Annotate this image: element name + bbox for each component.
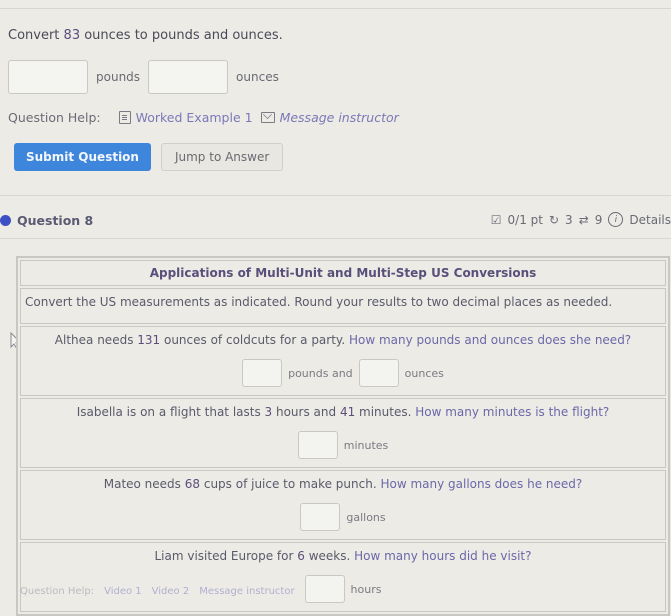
unit-label: minutes bbox=[343, 438, 389, 452]
text: hours and bbox=[272, 405, 340, 419]
message-instructor-link[interactable]: Message instructor bbox=[260, 110, 399, 125]
score: 0/1 pt bbox=[507, 212, 543, 227]
question-header: Question 8 ☑ 0/1 pt ↻ 3 ⇄ 9 i Details bbox=[0, 208, 671, 232]
minutes-answer-input[interactable] bbox=[297, 431, 338, 459]
table-row: Mateo needs 68 cups of juice to make pun… bbox=[20, 470, 666, 540]
table-row: Isabella is on a flight that lasts 3 hou… bbox=[20, 398, 666, 468]
question-text: Isabella is on a flight that lasts 3 hou… bbox=[21, 405, 665, 419]
message-instructor-label: Message instructor bbox=[279, 110, 399, 125]
video-2-link[interactable]: Video 2 bbox=[152, 586, 190, 597]
ounces-answer-input[interactable] bbox=[358, 359, 399, 387]
text: cups of juice to make punch. bbox=[200, 477, 381, 491]
mail-icon bbox=[260, 112, 275, 123]
instructions: Convert the US measurements as indicated… bbox=[20, 288, 666, 324]
top-divider bbox=[0, 8, 671, 9]
ounces-label: ounces bbox=[236, 70, 279, 84]
text: Althea needs bbox=[54, 333, 138, 347]
attempts-count: 9 bbox=[594, 212, 603, 227]
worked-example-link[interactable]: Worked Example 1 bbox=[118, 110, 253, 125]
pounds-answer-input[interactable] bbox=[242, 359, 283, 387]
ounces-input[interactable] bbox=[148, 60, 229, 94]
unit-label: ounces bbox=[404, 366, 444, 380]
ask-text: How many gallons does he need? bbox=[380, 477, 583, 491]
number: 41 bbox=[339, 405, 356, 419]
question-text: Mateo needs 68 cups of juice to make pun… bbox=[21, 477, 665, 491]
checkbox-icon: ☑ bbox=[490, 212, 502, 227]
question-divider bbox=[0, 238, 671, 239]
question-help-label: Question Help: bbox=[8, 110, 101, 125]
info-icon[interactable]: i bbox=[608, 212, 624, 227]
answer-row: minutes bbox=[21, 431, 665, 459]
attempts-icon: ⇄ bbox=[578, 212, 589, 227]
table-title: Applications of Multi-Unit and Multi-Ste… bbox=[20, 260, 666, 286]
text: Isabella is on a flight that lasts bbox=[76, 405, 265, 419]
question-text: Althea needs 131 ounces of coldcuts for … bbox=[21, 333, 665, 347]
document-icon bbox=[118, 111, 131, 124]
conversion-table: Applications of Multi-Unit and Multi-Ste… bbox=[16, 256, 670, 616]
unit-label: gallons bbox=[346, 510, 386, 524]
prompt-text: ounces to pounds and ounces. bbox=[80, 28, 283, 43]
ask-text: How many minutes is the flight? bbox=[415, 405, 610, 419]
section-divider bbox=[0, 195, 671, 196]
pounds-input[interactable] bbox=[8, 60, 88, 94]
question-title: Question 8 bbox=[17, 212, 94, 228]
text: weeks. bbox=[304, 549, 355, 563]
prev-question-prompt: Convert 83 ounces to pounds and ounces. bbox=[8, 28, 283, 43]
number: 6 bbox=[297, 549, 305, 563]
gallons-answer-input[interactable] bbox=[300, 503, 341, 531]
ask-text: How many hours did he visit? bbox=[354, 549, 532, 563]
table-row: Althea needs 131 ounces of coldcuts for … bbox=[20, 326, 666, 396]
retries-count: 3 bbox=[565, 212, 573, 227]
text: Liam visited Europe for bbox=[154, 549, 298, 563]
question-help-label: Question Help: bbox=[20, 586, 95, 597]
ask-text: How many pounds and ounces does she need… bbox=[348, 333, 632, 347]
number: 131 bbox=[137, 333, 161, 347]
pounds-label: pounds bbox=[96, 70, 141, 84]
question-help: Question Help: Worked Example 1 Message … bbox=[8, 110, 399, 125]
bottom-question-help: Question Help: Video 1 Video 2 Message i… bbox=[20, 586, 295, 597]
answer-row: gallons bbox=[21, 503, 665, 531]
hours-answer-input[interactable] bbox=[304, 575, 345, 603]
prev-answer-row: pounds ounces bbox=[8, 60, 279, 94]
number: 68 bbox=[184, 477, 201, 491]
question-meta: ☑ 0/1 pt ↻ 3 ⇄ 9 i Details bbox=[491, 212, 671, 227]
question-status-dot bbox=[0, 214, 11, 226]
worked-example-label: Worked Example 1 bbox=[135, 110, 253, 125]
answer-row: pounds and ounces bbox=[21, 359, 665, 387]
text: minutes. bbox=[355, 405, 416, 419]
action-buttons: Submit Question Jump to Answer bbox=[14, 143, 284, 171]
prompt-text: Convert bbox=[8, 28, 64, 43]
table-row: Liam visited Europe for 6 weeks. How man… bbox=[20, 542, 666, 612]
retry-icon: ↻ bbox=[548, 212, 560, 227]
message-instructor-link[interactable]: Message instructor bbox=[199, 586, 294, 597]
unit-label: pounds and bbox=[288, 366, 353, 380]
jump-to-answer-button[interactable]: Jump to Answer bbox=[160, 143, 284, 171]
text: Mateo needs bbox=[103, 477, 185, 491]
submit-question-button[interactable]: Submit Question bbox=[14, 143, 151, 171]
video-1-link[interactable]: Video 1 bbox=[104, 586, 142, 597]
details-link[interactable]: Details bbox=[629, 213, 671, 227]
prompt-number: 83 bbox=[63, 28, 81, 43]
text: ounces of coldcuts for a party. bbox=[160, 333, 349, 347]
question-text: Liam visited Europe for 6 weeks. How man… bbox=[21, 549, 665, 563]
unit-label: hours bbox=[350, 582, 382, 596]
